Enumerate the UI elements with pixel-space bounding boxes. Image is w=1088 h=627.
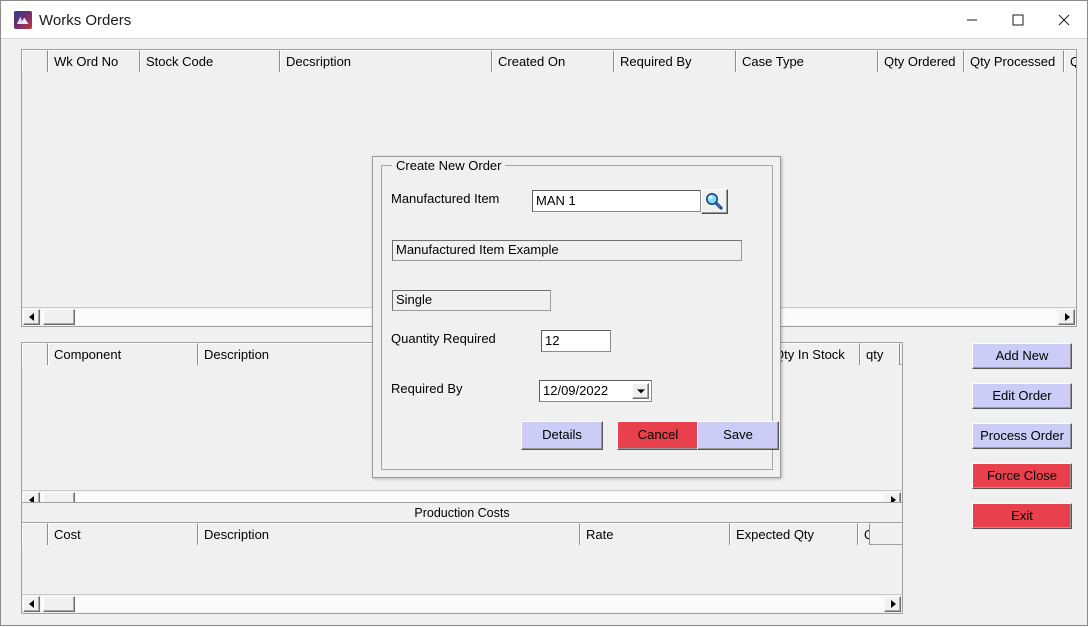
column-header[interactable]: Decsription [280, 50, 492, 72]
production-costs-grid: Production Costs Cost Description Rate Expe… [21, 502, 903, 614]
column-header[interactable]: Stock Code [140, 50, 280, 72]
scroll-right-icon[interactable] [1058, 309, 1075, 325]
column-header[interactable]: Case Type [736, 50, 878, 72]
quantity-required-input[interactable]: 12 [541, 330, 611, 352]
scrollbar-thumb[interactable] [43, 596, 75, 612]
chevron-down-icon[interactable] [632, 383, 649, 399]
column-header[interactable]: Qty Ordered [878, 50, 964, 72]
column-header[interactable]: Required By [614, 50, 736, 72]
works-orders-grid-header: Wk Ord No Stock Code Decsription Created On… [22, 50, 1076, 72]
title-bar: Works Orders [1, 1, 1087, 39]
column-header[interactable]: Qty Processed [964, 50, 1064, 72]
scroll-left-icon[interactable] [23, 309, 40, 325]
scrollbar-track[interactable] [41, 596, 883, 612]
required-by-datepicker[interactable]: 12/09/2022 [539, 380, 652, 402]
scrollbar-thumb[interactable] [43, 309, 75, 325]
details-button[interactable]: Details [521, 421, 603, 450]
column-header[interactable]: qty [860, 343, 900, 365]
column-header[interactable]: Q [1064, 50, 1076, 72]
column-header[interactable]: Qty In Stock [768, 343, 860, 365]
production-costs-caption: Production Costs [22, 503, 902, 523]
column-header[interactable]: Rate [580, 523, 730, 545]
required-by-label: Required By [391, 381, 463, 396]
column-header[interactable]: Wk Ord No [48, 50, 140, 72]
required-by-value: 12/09/2022 [543, 383, 609, 398]
process-order-button[interactable]: Process Order [972, 423, 1072, 449]
window-title: Works Orders [39, 12, 132, 29]
row-selector-header[interactable] [22, 50, 48, 72]
production-costs-grid-body[interactable] [22, 545, 902, 594]
exit-button[interactable]: Exit [972, 503, 1072, 529]
column-header[interactable]: Description [198, 523, 580, 545]
case-type-value: Single [392, 290, 551, 311]
scroll-right-icon[interactable] [884, 596, 901, 612]
save-button[interactable]: Save [697, 421, 779, 450]
production-costs-grid-header: CostDescriptionRateExpected QtyQ [22, 523, 902, 545]
production-costs-hscrollbar[interactable] [22, 594, 902, 613]
column-header[interactable]: Created On [492, 50, 614, 72]
add-new-button[interactable]: Add New [972, 343, 1072, 369]
column-header[interactable]: Expected Qty [730, 523, 858, 545]
app-logo-icon [14, 11, 32, 29]
force-close-button[interactable]: Force Close [972, 463, 1072, 489]
row-selector-header[interactable] [22, 343, 48, 365]
quantity-required-label: Quantity Required [391, 331, 496, 346]
magnifier-icon[interactable] [701, 189, 728, 214]
column-header[interactable]: Component [48, 343, 198, 365]
groupbox-legend: Create New Order [392, 158, 506, 173]
row-selector-header[interactable] [22, 523, 48, 545]
column-header[interactable]: Q [858, 523, 870, 545]
edit-order-button[interactable]: Edit Order [972, 383, 1072, 409]
works-orders-window: Works Orders Wk Ord No Stock Code Decsript… [0, 0, 1088, 626]
manufactured-item-input[interactable]: MAN 1 [532, 190, 701, 212]
close-icon[interactable] [1041, 1, 1087, 38]
maximize-icon[interactable] [995, 1, 1041, 38]
scroll-left-icon[interactable] [23, 596, 40, 612]
manufactured-item-description: Manufactured Item Example [392, 240, 742, 261]
cancel-button[interactable]: Cancel [617, 421, 699, 450]
manufactured-item-label: Manufactured Item [391, 191, 500, 206]
column-header[interactable]: Cost [48, 523, 198, 545]
minimize-icon[interactable] [949, 1, 995, 38]
